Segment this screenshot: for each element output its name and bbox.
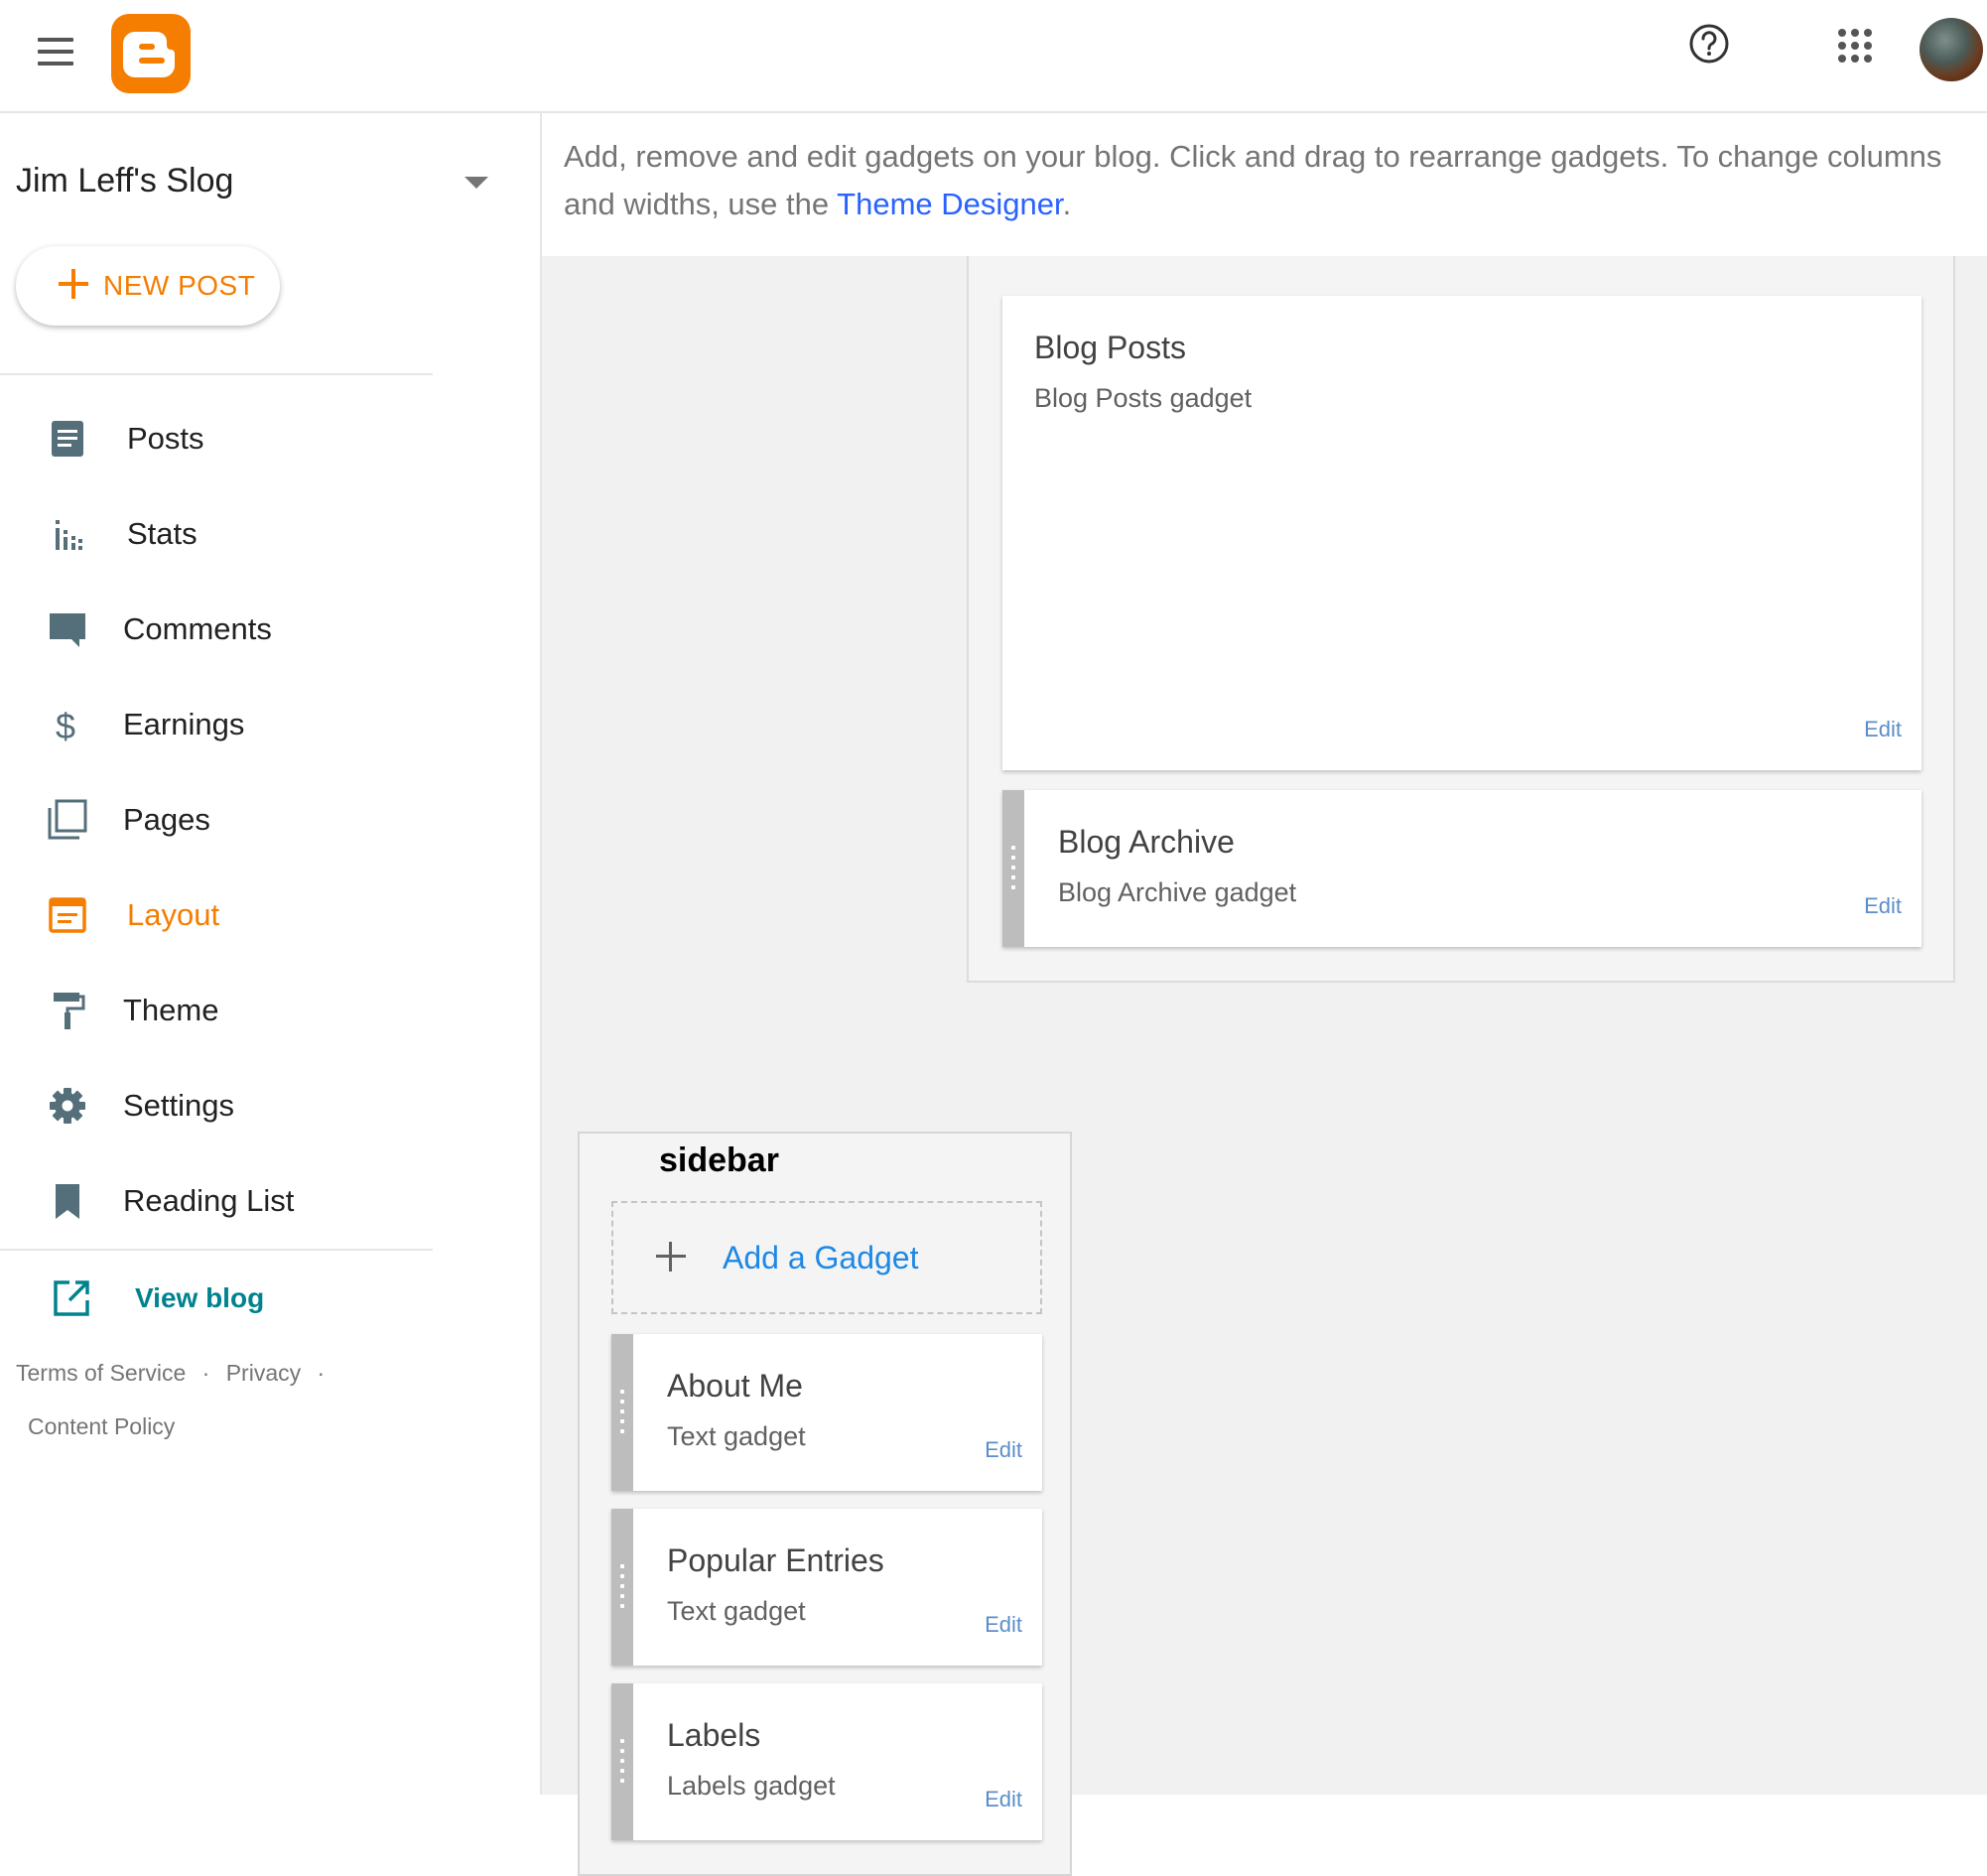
drag-handle-icon[interactable] [611,1509,633,1666]
bookmark-icon [56,1184,79,1219]
add-gadget-button[interactable]: Add a Gadget [611,1201,1042,1314]
gadget-type: Blog Posts gadget [1034,383,1253,413]
sidebar-item-settings[interactable]: Settings [0,1066,433,1145]
blog-title: Jim Leff's Slog [16,162,234,200]
instructions-end: . [1062,187,1072,221]
sidebar-item-label: Reading List [123,1183,295,1218]
layout-editor: Add, remove and edit gadgets on your blo… [542,113,1987,1876]
svg-text:$: $ [56,706,75,746]
section-title: sidebar [659,1141,779,1179]
sidebar-item-earnings[interactable]: $ Earnings [0,685,433,764]
footer-links-row-2: Content Policy [28,1413,175,1440]
gadget-type: Labels gadget [667,1771,836,1801]
edit-link[interactable]: Edit [985,1437,1022,1463]
stats-icon [56,520,82,550]
edit-link[interactable]: Edit [1864,717,1902,742]
sidebar-item-label: Layout [127,897,220,932]
sidebar-item-label: Pages [123,802,210,837]
sidebar-item-label: Posts [127,421,204,456]
sidebar-item-pages[interactable]: Pages [0,780,433,860]
gadget-title: Labels [667,1717,761,1753]
hamburger-menu-icon[interactable] [34,32,77,75]
gear-icon [50,1088,85,1124]
footer-separator: · [317,1360,326,1386]
sidebar-item-theme[interactable]: Theme [0,971,433,1050]
gadget-blog-posts[interactable]: Blog Posts Blog Posts gadget Edit [1002,296,1921,770]
view-blog-link[interactable]: View blog [0,1259,433,1338]
sidebar-item-label: Earnings [123,707,245,741]
gadget-title: Popular Entries [667,1542,884,1578]
gadget-title: About Me [667,1368,803,1404]
sidebar-item-stats[interactable]: Stats [0,494,433,574]
sidebar-item-comments[interactable]: Comments [0,590,433,669]
sidebar-item-posts[interactable]: Posts [0,399,433,478]
view-blog-label: View blog [135,1282,265,1313]
layout-icon [49,897,86,933]
footer-links: Terms of Service · Privacy · [16,1360,334,1387]
comments-icon [50,613,85,647]
main-section: Blog Posts Blog Posts gadget Edit Blog A… [967,256,1955,983]
privacy-link[interactable]: Privacy [226,1360,301,1386]
sidebar-item-layout[interactable]: Layout [0,875,433,955]
sidebar-item-label: Comments [123,611,272,646]
sidebar: Jim Leff's Slog NEW POST Posts Stats Com… [0,113,542,1795]
blogger-logo-icon[interactable] [111,14,191,93]
sidebar-item-label: Stats [127,516,198,551]
sidebar-divider [0,373,433,375]
gadget-title: Blog Posts [1034,330,1186,365]
layout-instructions: Add, remove and edit gadgets on your blo… [542,113,1987,256]
footer-separator: · [201,1360,210,1386]
instructions-text: Add, remove and edit gadgets on your blo… [564,133,1983,228]
gadget-labels[interactable]: Labels Labels gadget Edit [611,1683,1042,1840]
terms-of-service-link[interactable]: Terms of Service [16,1360,186,1386]
new-post-label: NEW POST [103,270,256,301]
edit-link[interactable]: Edit [1864,893,1902,919]
sidebar-item-reading-list[interactable]: Reading List [0,1161,433,1241]
new-post-button[interactable]: NEW POST [16,246,280,326]
blog-switcher-dropdown[interactable]: Jim Leff's Slog [16,153,488,208]
help-circle-icon[interactable] [1687,22,1731,66]
gadget-type: Blog Archive gadget [1058,877,1297,907]
drag-handle-icon[interactable] [611,1683,633,1840]
external-link-icon [54,1280,89,1316]
drag-handle-icon[interactable] [1002,790,1024,947]
add-gadget-label: Add a Gadget [723,1240,919,1275]
user-avatar[interactable] [1920,18,1983,81]
sidebar-item-label: Theme [123,993,219,1027]
gadget-title: Blog Archive [1058,824,1235,860]
gadget-type: Text gadget [667,1421,806,1451]
chevron-down-icon [464,177,488,189]
gadget-about-me[interactable]: About Me Text gadget Edit [611,1334,1042,1491]
plus-icon [656,1242,686,1272]
top-app-bar [0,0,1987,113]
sidebar-item-label: Settings [123,1088,235,1123]
gadget-blog-archive[interactable]: Blog Archive Blog Archive gadget Edit [1002,790,1921,947]
sidebar-section: sidebar Add a Gadget About Me Text gadge… [578,1132,1072,1876]
edit-link[interactable]: Edit [985,1787,1022,1812]
gadget-popular-entries[interactable]: Popular Entries Text gadget Edit [611,1509,1042,1666]
instructions-body: Add, remove and edit gadgets on your blo… [564,139,1942,221]
content-policy-link[interactable]: Content Policy [28,1413,175,1439]
theme-designer-link[interactable]: Theme Designer [837,187,1062,221]
drag-handle-icon[interactable] [611,1334,633,1491]
pages-icon [48,799,87,840]
posts-icon [52,421,83,457]
edit-link[interactable]: Edit [985,1612,1022,1638]
gadget-type: Text gadget [667,1596,806,1626]
paint-roller-icon [54,993,85,1029]
plus-icon [59,269,88,299]
sidebar-divider [0,1249,433,1251]
apps-grid-icon[interactable] [1836,27,1874,65]
dollar-icon: $ [56,706,75,746]
